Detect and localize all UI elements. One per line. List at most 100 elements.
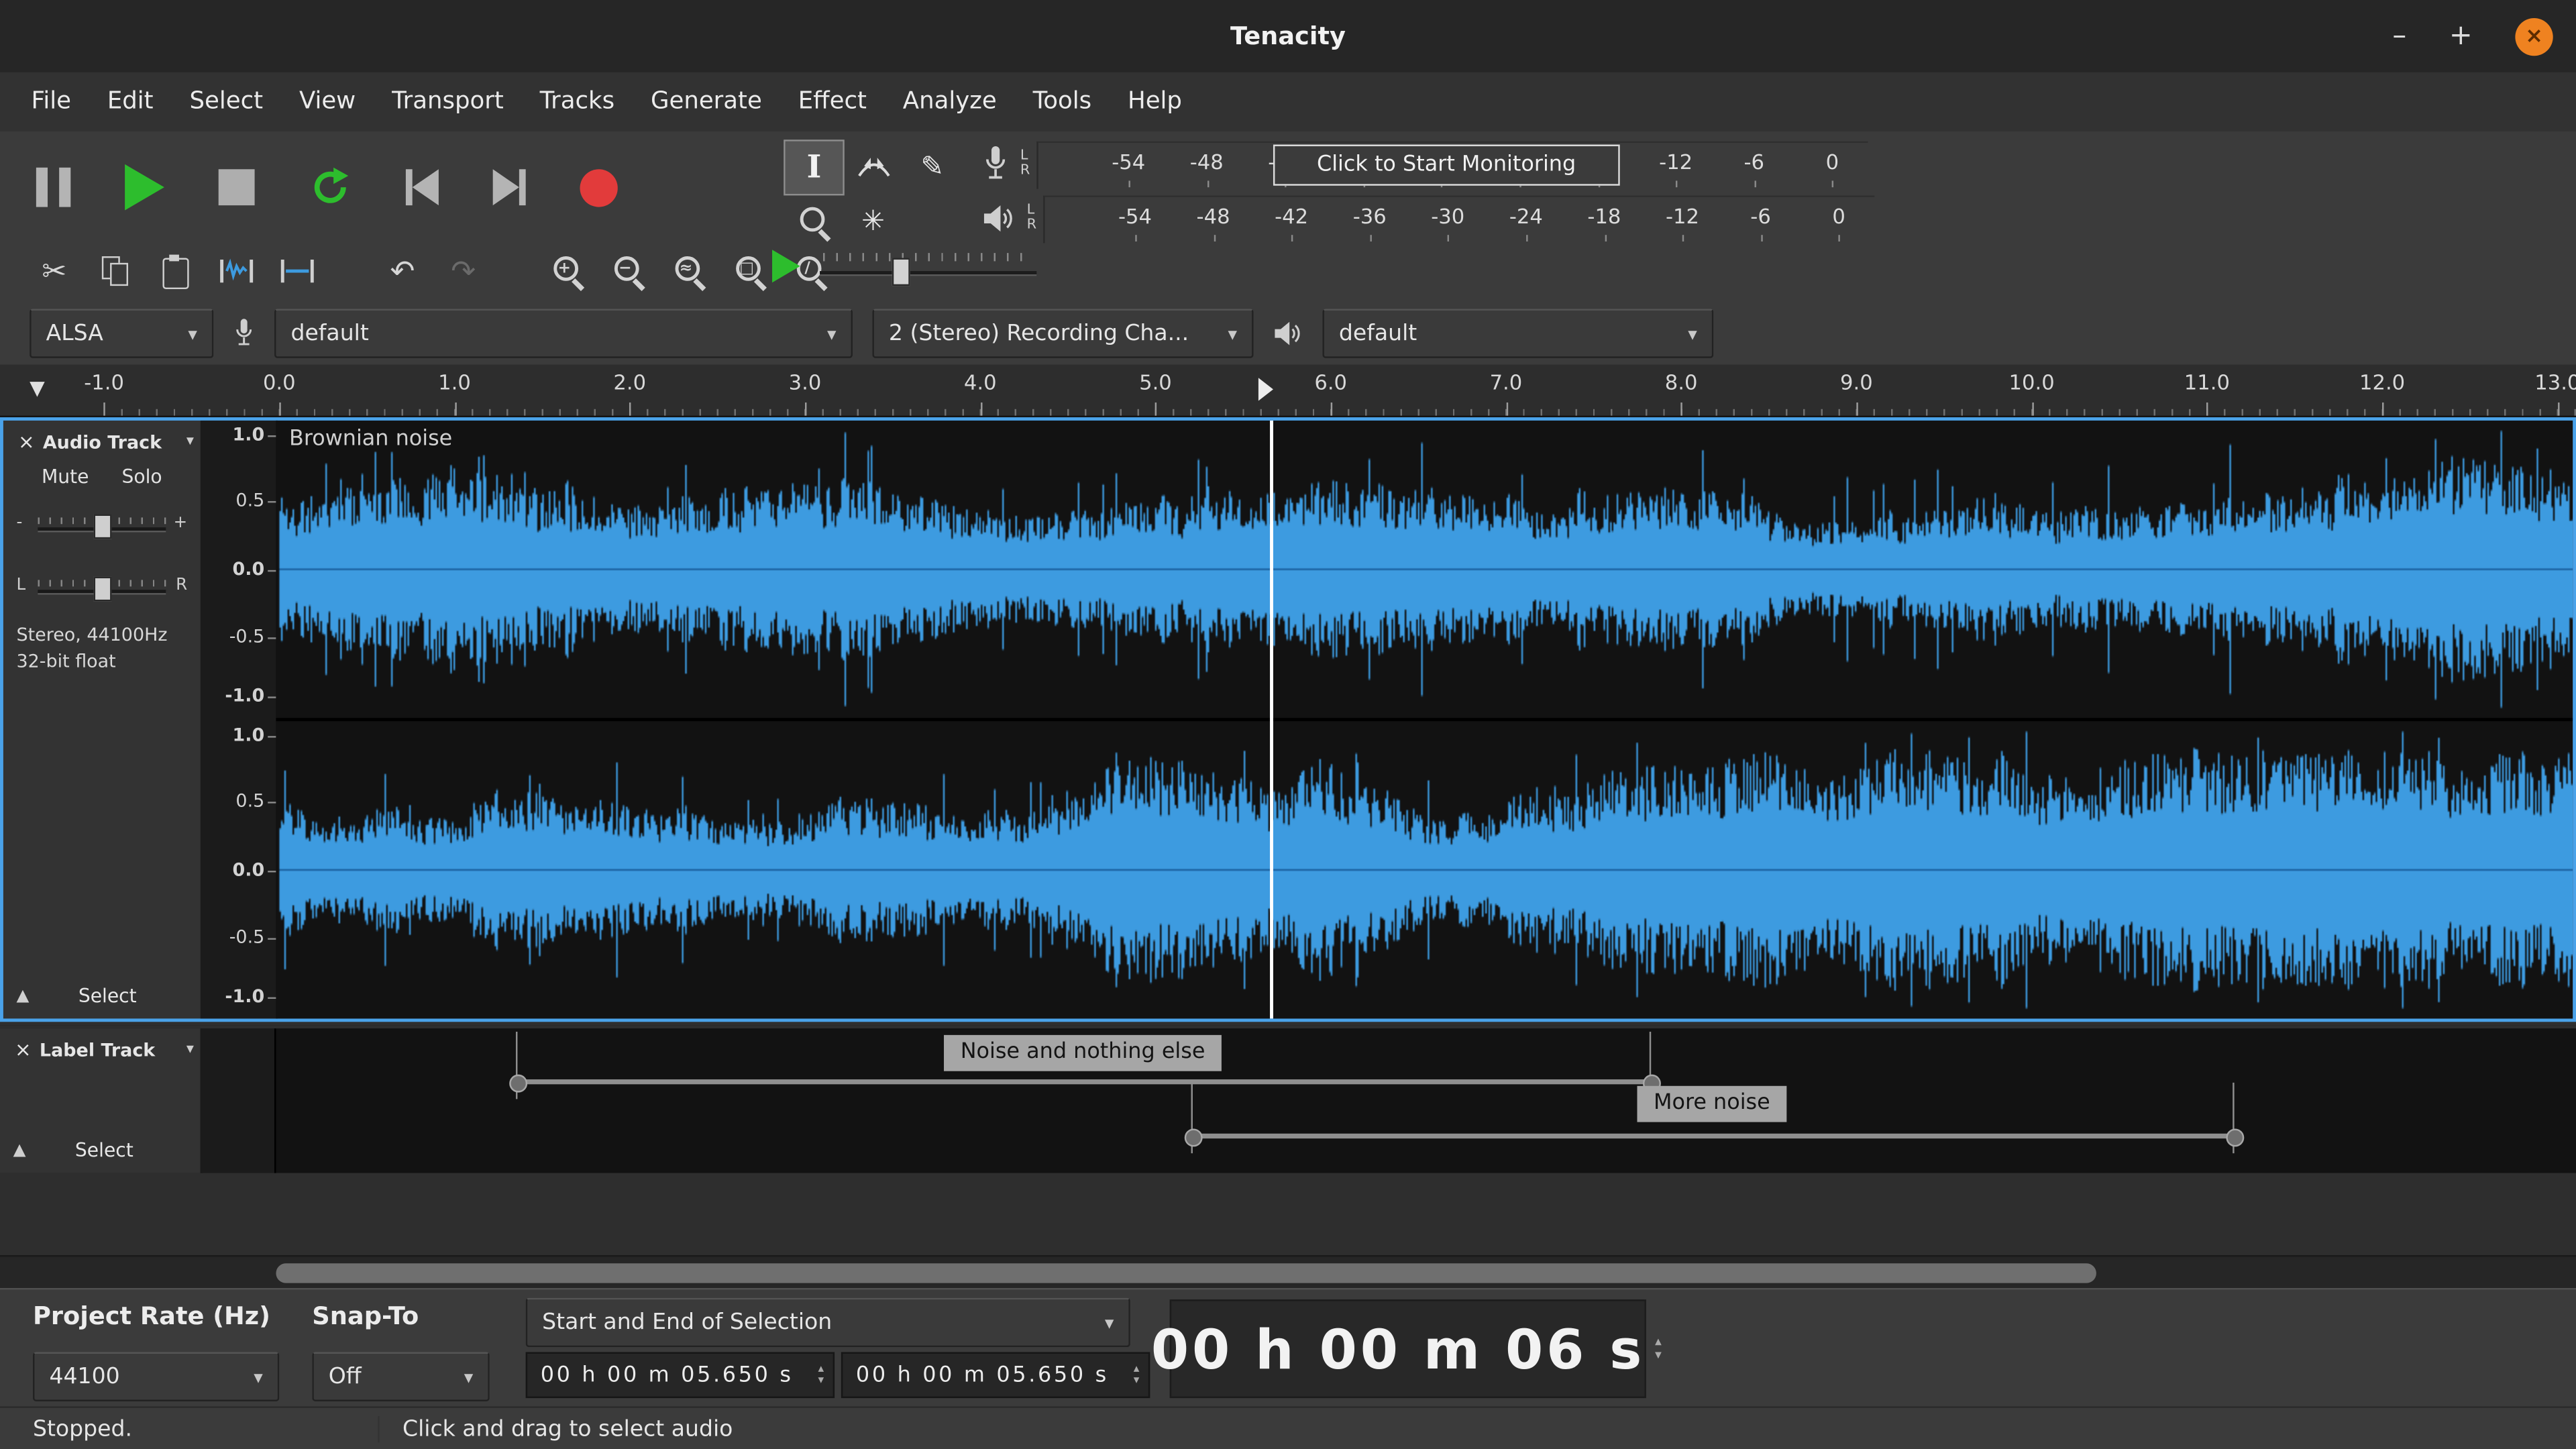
menu-item-analyze[interactable]: Analyze <box>885 89 1015 115</box>
vertical-scale-ruler[interactable]: 1.00.50.0-0.5-1.0 1.00.50.0-0.5-1.0 <box>201 421 278 1018</box>
select-track-button[interactable]: Select <box>58 1137 150 1163</box>
envelope-tool-icon[interactable] <box>845 142 902 194</box>
project-rate-dropdown[interactable]: 44100▾ <box>33 1352 279 1401</box>
label-track-control-panel[interactable]: × Label Track ▾ ▲ Select <box>0 1028 202 1173</box>
stop-icon[interactable] <box>219 169 255 205</box>
track-menu-icon[interactable]: ▾ <box>186 434 194 450</box>
waveform-area[interactable]: Brownian noise <box>276 421 2573 1018</box>
menu-item-help[interactable]: Help <box>1110 89 1200 115</box>
pan-slider[interactable]: L R <box>16 575 187 601</box>
recording-meter-scale[interactable]: Click to Start Monitoring -54-48-42-36-3… <box>1036 140 1868 188</box>
play-icon[interactable] <box>125 164 164 211</box>
title-bar[interactable]: Tenacity – + × <box>0 0 2576 72</box>
horizontal-scrollbar[interactable] <box>0 1255 2576 1289</box>
menu-item-generate[interactable]: Generate <box>633 89 780 115</box>
speed-slider-thumb[interactable] <box>892 258 910 286</box>
zoom-tool-icon[interactable] <box>786 195 843 248</box>
close-track-icon[interactable]: × <box>18 431 35 453</box>
copy-icon[interactable] <box>94 248 137 294</box>
scrollbar-thumb[interactable] <box>276 1263 2096 1283</box>
label-region-bar[interactable] <box>516 1079 1650 1084</box>
playback-device-dropdown[interactable]: default▾ <box>1322 309 1713 358</box>
select-track-button[interactable]: Select <box>62 982 153 1008</box>
meter-scale-label: 0 <box>1803 149 1862 174</box>
playback-meter-scale[interactable]: -54-48-42-36-30-24-18-12-60 <box>1043 195 1874 242</box>
mute-button[interactable]: Mute <box>42 465 89 488</box>
label-text[interactable]: More noise <box>1638 1086 1787 1122</box>
pause-icon[interactable] <box>36 168 70 207</box>
selection-end-field[interactable]: 00 h 00 m 05.650 s ▴▾ <box>841 1352 1150 1399</box>
close-track-icon[interactable]: × <box>15 1038 32 1061</box>
label-drag-handle[interactable] <box>2226 1128 2245 1146</box>
menu-item-select[interactable]: Select <box>172 89 281 115</box>
undo-icon[interactable]: ↶ <box>381 248 424 294</box>
play-at-speed-icon[interactable] <box>772 250 800 282</box>
gain-slider[interactable]: - + <box>16 513 187 539</box>
monitor-prompt[interactable]: Click to Start Monitoring <box>1273 144 1620 184</box>
audio-track[interactable]: × Audio Track ▾ Mute Solo - + L R Stereo… <box>0 417 2576 1022</box>
minimize-button[interactable]: – <box>2392 19 2406 52</box>
snap-to-dropdown[interactable]: Off▾ <box>312 1352 489 1401</box>
chevron-down-icon: ▾ <box>464 1366 474 1387</box>
pinned-play-head-icon[interactable]: ▼ <box>30 376 45 399</box>
menu-item-tracks[interactable]: Tracks <box>522 89 633 115</box>
playback-meter[interactable]: LR -54-48-42-36-30-24-18-12-60 <box>982 195 1874 241</box>
draw-tool-icon[interactable]: ✎ <box>904 142 961 194</box>
spinner-icon[interactable]: ▴▾ <box>1134 1364 1142 1387</box>
menu-item-view[interactable]: View <box>281 89 374 115</box>
track-name[interactable]: Audio Track <box>43 431 186 453</box>
spinner-icon[interactable]: ▴▾ <box>1655 1336 1665 1362</box>
track-menu-icon[interactable]: ▾ <box>186 1042 194 1058</box>
cut-icon[interactable]: ✂ <box>33 248 76 294</box>
label-content-area[interactable]: Noise and nothing else More noise <box>274 1028 2576 1173</box>
gain-slider-thumb[interactable] <box>94 515 112 539</box>
selection-tool-icon[interactable]: I <box>786 142 843 194</box>
label-drag-handle[interactable] <box>509 1075 527 1093</box>
record-icon[interactable] <box>580 168 617 206</box>
collapse-track-icon[interactable]: ▲ <box>16 987 29 1005</box>
paste-icon[interactable] <box>154 248 197 294</box>
skip-to-end-icon[interactable] <box>493 169 526 205</box>
menu-item-transport[interactable]: Transport <box>374 89 522 115</box>
audio-host-dropdown[interactable]: ALSA▾ <box>30 309 213 358</box>
recording-device-dropdown[interactable]: default▾ <box>274 309 853 358</box>
vertical-scale-label: 0.5 <box>235 489 264 511</box>
waveform-left-channel[interactable] <box>276 421 2573 718</box>
menu-item-tools[interactable]: Tools <box>1015 89 1110 115</box>
menu-item-edit[interactable]: Edit <box>89 89 172 115</box>
label-track[interactable]: × Label Track ▾ ▲ Select Noise and nothi… <box>0 1025 2576 1173</box>
fit-project-icon[interactable]: □ <box>729 248 772 294</box>
trim-outside-selection-icon[interactable] <box>215 248 258 294</box>
fit-selection-icon[interactable]: ≈ <box>669 248 712 294</box>
meter-scale-label: 0 <box>1809 203 1868 227</box>
playback-speed-slider[interactable] <box>820 246 1036 286</box>
timeline-ruler[interactable]: ▼ -1.00.01.02.03.04.05.06.07.08.09.010.0… <box>0 365 2576 417</box>
track-name[interactable]: Label Track <box>40 1039 186 1061</box>
menu-item-file[interactable]: File <box>13 89 89 115</box>
maximize-button[interactable]: + <box>2449 19 2473 52</box>
solo-button[interactable]: Solo <box>121 465 162 488</box>
label-text[interactable]: Noise and nothing else <box>944 1035 1222 1071</box>
selection-start-field[interactable]: 00 h 00 m 05.650 s ▴▾ <box>526 1352 835 1399</box>
label-drag-handle[interactable] <box>1184 1128 1202 1146</box>
spinner-icon[interactable]: ▴▾ <box>818 1364 826 1387</box>
pan-slider-thumb[interactable] <box>94 577 112 602</box>
selection-mode-dropdown[interactable]: Start and End of Selection▾ <box>526 1298 1130 1347</box>
recording-channels-dropdown[interactable]: 2 (Stereo) Recording Cha...▾ <box>872 309 1253 358</box>
recording-meter[interactable]: LR Click to Start Monitoring -54-48-42-3… <box>982 142 1874 188</box>
zoom-in-icon[interactable]: + <box>547 248 590 294</box>
playhead-marker-icon[interactable] <box>1258 378 1273 400</box>
close-button[interactable]: × <box>2515 17 2553 55</box>
menu-item-effect[interactable]: Effect <box>780 89 885 115</box>
skip-to-start-icon[interactable] <box>406 169 439 205</box>
label-region-bar[interactable] <box>1191 1134 2233 1138</box>
multi-tool-icon[interactable]: ✳ <box>845 195 902 248</box>
zoom-out-icon[interactable]: − <box>608 248 651 294</box>
silence-selection-icon[interactable] <box>276 248 319 294</box>
loop-icon[interactable] <box>309 166 352 209</box>
audio-position-display[interactable]: 00 h 00 m 06 s ▴▾ <box>1170 1299 1646 1398</box>
waveform-right-channel[interactable] <box>276 721 2573 1018</box>
redo-icon[interactable]: ↷ <box>442 248 485 294</box>
track-control-panel[interactable]: × Audio Track ▾ Mute Solo - + L R Stereo… <box>3 421 201 1018</box>
collapse-track-icon[interactable]: ▲ <box>13 1141 26 1159</box>
